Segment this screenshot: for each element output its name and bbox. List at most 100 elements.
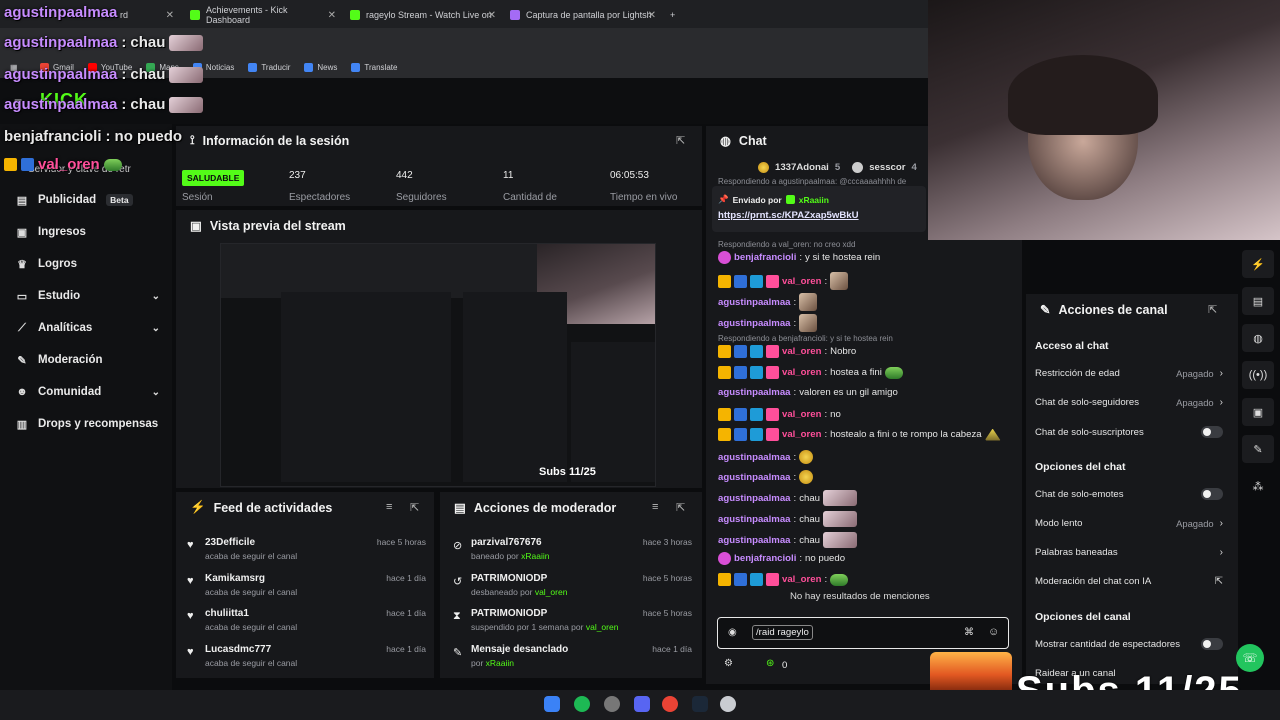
chat-username[interactable]: val_oren (782, 409, 821, 420)
bolt-icon[interactable]: ⚡ (1242, 250, 1274, 278)
chat-username[interactable]: val_oren (782, 367, 821, 378)
tab-title: rageylo Stream - Watch Live on (366, 10, 492, 20)
filter-icon[interactable]: ≡ (386, 501, 392, 513)
chat-username[interactable]: benjafrancioli (734, 252, 796, 263)
stream-preview-video[interactable]: Subs 11/25 (220, 243, 656, 487)
bookmark-traducir[interactable]: Traducir (248, 62, 290, 72)
pinned-link[interactable]: https://prnt.sc/KPAZxap5wBkU (718, 210, 859, 221)
external-link-icon: ⇱ (1214, 576, 1223, 587)
chat-username[interactable]: agustinpaalmaa (718, 472, 791, 483)
stat-viewers-label: Espectadores (289, 192, 351, 203)
plus-icon: + (670, 10, 676, 20)
emote-icon (823, 490, 857, 506)
setting-ai-moderation[interactable]: Moderación del chat con IA ⇱ (1035, 576, 1223, 587)
chat-text: no puedo (805, 553, 846, 564)
sidebar-item-drops[interactable]: ▥ Drops y recompensas (16, 418, 160, 431)
setting-subs-only[interactable]: Chat de solo-suscriptores (1035, 426, 1223, 438)
badge-icon (718, 366, 731, 379)
sidebar-item-comunidad[interactable]: ☻ Comunidad ⌄ (16, 386, 160, 398)
sidebar-item-logros[interactable]: ♛ Logros (16, 258, 160, 271)
close-icon[interactable]: ✕ (328, 10, 336, 21)
chat-username[interactable]: agustinpaalmaa (718, 387, 791, 398)
top-user-name[interactable]: sesscor (869, 162, 905, 173)
chat-message: val_oren: Nobro (718, 345, 856, 358)
browser-tab[interactable]: rageylo Stream - Watch Live on ✕ (342, 4, 502, 26)
channel-actions-title: ✎ Acciones de canal (1040, 302, 1168, 318)
people-icon: ☻ (16, 386, 28, 398)
badge-icon (750, 428, 763, 441)
toggle-switch[interactable] (1201, 488, 1223, 500)
bookmark-translate[interactable]: Translate (351, 62, 397, 72)
chat-username[interactable]: agustinpaalmaa (718, 514, 791, 525)
setting-banned-words[interactable]: Palabras baneadas › (1035, 547, 1223, 558)
broadcast-icon[interactable]: ((•)) (1242, 361, 1274, 389)
discord-icon[interactable] (634, 696, 650, 712)
browser-tab[interactable]: Achievements - Kick Dashboard ✕ (182, 4, 342, 26)
chrome-icon[interactable] (662, 696, 678, 712)
popout-icon[interactable]: ⇱ (676, 501, 685, 514)
chat-username[interactable]: agustinpaalmaa (718, 493, 791, 504)
popout-icon[interactable]: ⇱ (676, 134, 685, 147)
chat-input-box[interactable]: ◉ /raid rageylo ⌘ ☺ (717, 617, 1009, 649)
close-icon[interactable]: ✕ (166, 10, 174, 21)
section-heading: Opciones del chat (1035, 461, 1126, 473)
emoji-icon[interactable]: ☺ (988, 626, 999, 638)
close-icon[interactable]: ✕ (648, 10, 656, 21)
wrench-icon: ✎ (1040, 303, 1051, 317)
pinned-user[interactable]: xRaaiin (799, 195, 829, 205)
top-user-name[interactable]: 1337Adonai (775, 162, 829, 173)
list-item: ♥ 23Defficile acaba de seguir el canal hac… (187, 537, 426, 561)
settings-icon[interactable] (604, 696, 620, 712)
browser-tab[interactable]: Captura de pantalla por Lightsh ✕ (502, 4, 662, 26)
bookmark-news[interactable]: News (304, 62, 337, 72)
setting-age-restriction[interactable]: Restricción de edad Apagado › (1035, 368, 1223, 379)
sidebar-item-ingresos[interactable]: ▣ Ingresos (16, 226, 160, 239)
chevron-down-icon: ⌄ (151, 386, 160, 398)
chat-input[interactable]: /raid rageylo (752, 625, 813, 640)
close-icon[interactable]: ✕ (488, 10, 496, 21)
chat-username[interactable]: agustinpaalmaa (718, 297, 791, 308)
document-icon[interactable]: ▤ (1242, 287, 1274, 315)
windows-start-icon[interactable] (544, 696, 560, 712)
chat-settings-icon[interactable]: ⚙ (724, 658, 733, 669)
chat-username[interactable]: val_oren (782, 429, 821, 440)
top-gifters-bar: 1337Adonai 5 sesscor 4 (758, 162, 917, 173)
filter-icon[interactable]: ≡ (652, 501, 658, 513)
sidebar-item-analiticas[interactable]: ⟋ Analíticas ⌄ (16, 322, 160, 335)
moderation-icon[interactable]: ▣ (1242, 398, 1274, 426)
chat-username[interactable]: agustinpaalmaa (718, 535, 791, 546)
chat-bubble-icon[interactable]: ◍ (1242, 324, 1274, 352)
toggle-switch[interactable] (1201, 638, 1223, 650)
chat-text: chau (799, 492, 820, 504)
chat-username[interactable]: val_oren (782, 574, 821, 585)
sidebar-item-publicidad[interactable]: ▤ Publicidad Beta (16, 194, 160, 207)
ccleaner-icon[interactable] (720, 696, 736, 712)
popout-icon[interactable]: ⇱ (1208, 303, 1217, 316)
emote-icon (799, 293, 818, 311)
chat-username[interactable]: agustinpaalmaa (718, 318, 791, 329)
new-tab-button[interactable]: + (662, 4, 682, 26)
sidebar-item-moderacion[interactable]: ✎ Moderación (16, 354, 160, 367)
setting-emotes-only[interactable]: Chat de solo-emotes (1035, 488, 1223, 500)
chat-username[interactable]: benjafrancioli (734, 553, 796, 564)
setting-slow-mode[interactable]: Modo lento Apagado › (1035, 518, 1223, 529)
wrench-icon[interactable]: ✎ (1242, 435, 1274, 463)
setting-show-viewers[interactable]: Mostrar cantidad de espectadores (1035, 638, 1223, 650)
tab-title: Captura de pantalla por Lightsh (526, 10, 652, 20)
list-item: ⧗ PATRIMONIODP suspendido por 1 semana po… (453, 608, 692, 632)
spotify-icon[interactable] (574, 696, 590, 712)
toggle-switch[interactable] (1201, 426, 1223, 438)
chevron-right-icon: › (1219, 518, 1223, 529)
setting-followers-only[interactable]: Chat de solo-seguidores Apagado › (1035, 397, 1223, 408)
popout-icon[interactable]: ⇱ (410, 501, 419, 514)
chat-username[interactable]: val_oren (782, 346, 821, 357)
chat-username[interactable]: agustinpaalmaa (718, 452, 791, 463)
steam-icon[interactable] (692, 696, 708, 712)
sidebar-item-estudio[interactable]: ▭ Estudio ⌄ (16, 290, 160, 303)
list-item: ♥ Lucasdmc777 acaba de seguir el canal hac… (187, 644, 426, 668)
translate-icon[interactable]: ⌘ (964, 627, 974, 638)
more-icon[interactable]: ⁂ (1242, 472, 1274, 500)
chat-message: val_oren: no (718, 408, 841, 421)
badge-icon (734, 345, 747, 358)
chat-username[interactable]: val_oren (782, 276, 821, 287)
